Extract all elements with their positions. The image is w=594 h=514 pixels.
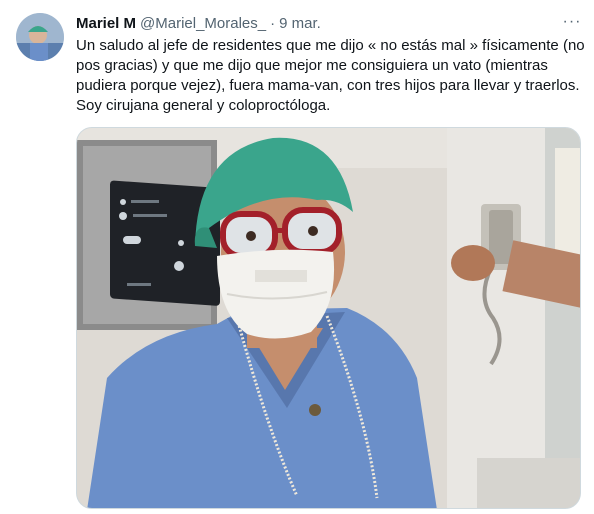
user-handle[interactable]: @Mariel_Morales_	[140, 15, 266, 32]
tweet-header: Mariel M @Mariel_Morales_ · 9 mar.	[76, 13, 321, 33]
avatar[interactable]	[16, 13, 64, 61]
display-name[interactable]: Mariel M	[76, 15, 136, 32]
tweet-photo[interactable]	[76, 127, 581, 509]
more-horizontal-icon[interactable]: ···	[561, 11, 583, 33]
separator-dot: ·	[270, 14, 276, 32]
tweet-text: Un saludo al jefe de residentes que me d…	[76, 37, 585, 114]
tweet-card[interactable]: Mariel M @Mariel_Morales_ · 9 mar. ··· U…	[0, 0, 594, 514]
tweet-timestamp[interactable]: 9 mar.	[279, 15, 321, 32]
